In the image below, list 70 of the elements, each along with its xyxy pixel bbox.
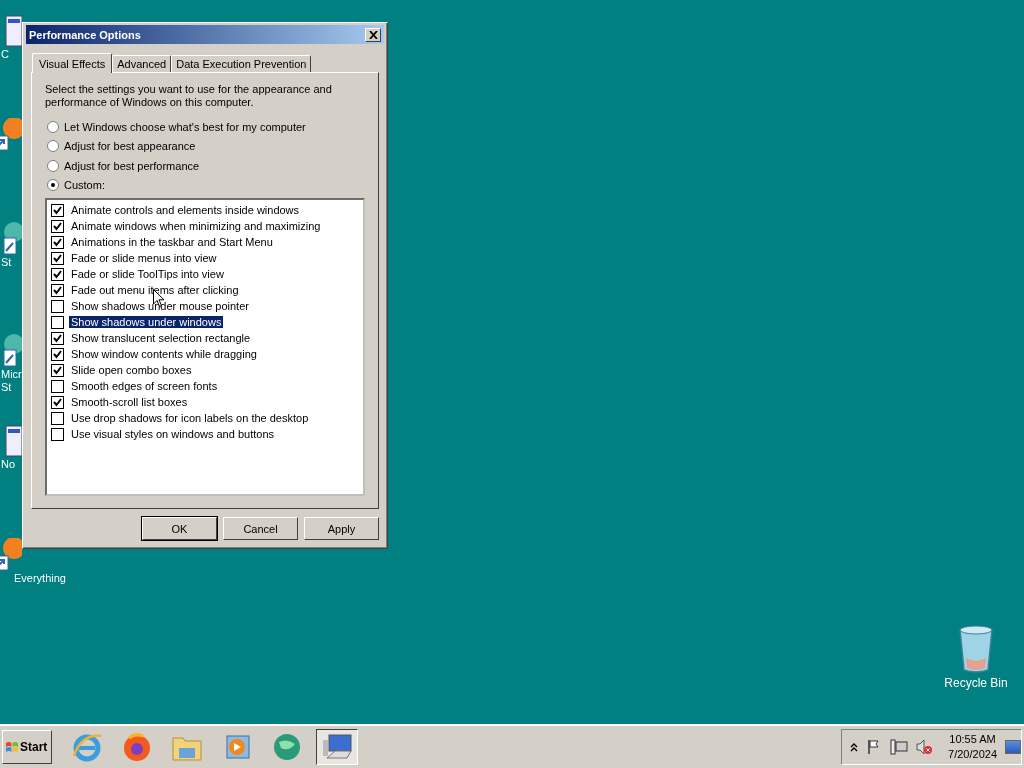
checkbox[interactable] bbox=[51, 427, 64, 441]
browser-icon bbox=[121, 732, 153, 762]
globe-icon bbox=[271, 732, 303, 762]
radio-label[interactable]: Adjust for best performance bbox=[64, 159, 200, 172]
checkbox-label[interactable]: Slide open combo boxes bbox=[69, 364, 194, 376]
speaker-muted-icon[interactable] bbox=[916, 739, 933, 755]
checkbox[interactable] bbox=[51, 331, 64, 345]
checkbox-label[interactable]: Show shadows under mouse pointer bbox=[69, 300, 251, 312]
icon-label: Recycle Bin bbox=[944, 676, 1008, 690]
checkbox-label[interactable]: Animate windows when minimizing and maximizing bbox=[69, 220, 323, 232]
icon-label: Everything bbox=[13, 572, 66, 585]
monitor-icon bbox=[321, 732, 353, 762]
dialog-button[interactable]: Cancel bbox=[223, 517, 298, 540]
checkbox-label[interactable]: Show translucent selection rectangle bbox=[69, 332, 253, 344]
application-icon[interactable] bbox=[0, 222, 22, 256]
radio-label[interactable]: Let Windows choose what's best for my computer bbox=[64, 120, 306, 133]
clock-date[interactable]: 7/20/2024 bbox=[948, 747, 997, 762]
checkbox-label[interactable]: Animations in the taskbar and Start Menu bbox=[69, 236, 275, 248]
checkbox[interactable] bbox=[51, 203, 64, 217]
checkbox[interactable] bbox=[51, 315, 64, 329]
recycle-bin-icon[interactable] bbox=[956, 624, 996, 674]
icon-label: C bbox=[0, 48, 10, 61]
checkbox-label[interactable]: Fade or slide menus into view bbox=[69, 252, 219, 264]
close-button[interactable] bbox=[365, 27, 381, 42]
browser-icon bbox=[71, 732, 103, 762]
checkbox[interactable] bbox=[51, 283, 64, 297]
radio-label[interactable]: Adjust for best appearance bbox=[64, 140, 196, 153]
description-text: Select the settings you want to use for the appearance and performance of Windows on this computer. bbox=[45, 83, 333, 109]
dialog-button[interactable]: Apply bbox=[304, 517, 379, 540]
checkbox[interactable] bbox=[51, 363, 64, 377]
radio-button[interactable] bbox=[47, 140, 59, 153]
checkbox[interactable] bbox=[51, 379, 64, 393]
tab[interactable]: Data Execution Prevention bbox=[171, 55, 312, 72]
icon-label: St bbox=[0, 256, 13, 269]
network-icon[interactable] bbox=[890, 739, 909, 755]
checkbox-label[interactable]: Use visual styles on windows and buttons bbox=[69, 428, 276, 440]
tab[interactable]: Visual Effects bbox=[32, 53, 113, 73]
checkbox[interactable] bbox=[51, 411, 64, 425]
checkbox[interactable] bbox=[51, 267, 64, 281]
taskbar-button[interactable] bbox=[316, 729, 358, 765]
tab[interactable]: Advanced bbox=[112, 55, 172, 72]
chevron-up-icon[interactable] bbox=[850, 742, 859, 752]
checkbox[interactable] bbox=[51, 395, 64, 409]
radio-button[interactable] bbox=[47, 179, 59, 192]
checkbox[interactable] bbox=[51, 251, 64, 265]
icon-label: No bbox=[0, 458, 17, 471]
checkbox-label[interactable]: Smooth-scroll list boxes bbox=[69, 396, 190, 408]
checkbox-label[interactable]: Fade or slide ToolTips into view bbox=[69, 268, 226, 280]
checkbox-label[interactable]: Show window contents while dragging bbox=[69, 348, 259, 360]
checkbox-label[interactable]: Use drop shadows for icon labels on the desktop bbox=[69, 412, 311, 424]
checkbox-label[interactable]: Animate controls and elements inside windows bbox=[69, 204, 302, 216]
checkbox[interactable] bbox=[51, 219, 64, 233]
shortcut-icon[interactable] bbox=[0, 538, 22, 572]
windows-logo-icon bbox=[5, 740, 19, 754]
checkbox-label[interactable]: Show shadows under windows bbox=[69, 316, 224, 328]
radio-button[interactable] bbox=[47, 120, 59, 133]
start-button[interactable]: Start bbox=[2, 730, 52, 764]
clock-time[interactable]: 10:55 AM bbox=[949, 732, 996, 747]
close-icon bbox=[368, 30, 378, 39]
checkbox-label[interactable]: Smooth edges of screen fonts bbox=[69, 380, 220, 392]
radio-button[interactable] bbox=[47, 159, 59, 172]
checkbox[interactable] bbox=[51, 347, 64, 361]
application-icon[interactable] bbox=[0, 334, 22, 368]
icon-label: Micr St bbox=[0, 368, 23, 394]
radio-label[interactable]: Custom: bbox=[64, 179, 105, 192]
checkbox[interactable] bbox=[51, 235, 64, 249]
shortcut-icon[interactable] bbox=[0, 118, 22, 152]
window-title: Performance Options bbox=[29, 28, 141, 41]
checkbox[interactable] bbox=[51, 299, 64, 313]
dialog-button[interactable]: OK bbox=[142, 517, 217, 540]
